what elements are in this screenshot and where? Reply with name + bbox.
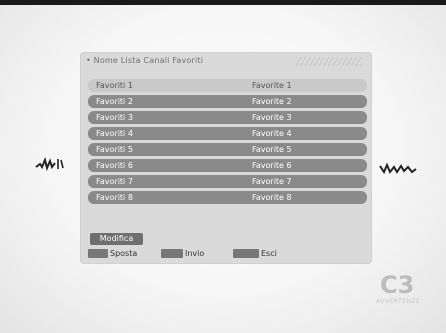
favorites-row[interactable]: Favoriti 6 Favorite 6 xyxy=(88,159,367,172)
favorites-row-value: Favorite 2 xyxy=(252,97,292,106)
hint-exit: Esci xyxy=(233,248,277,260)
favorites-row-value: Favorite 5 xyxy=(252,145,292,154)
favorites-row-name: Favoriti 3 xyxy=(96,113,133,122)
ok-key-icon xyxy=(161,249,183,258)
hint-ok-label: Invio xyxy=(185,249,205,258)
signature-watermark-right xyxy=(379,162,417,175)
channel-logo-subtext: AVVERTENZE xyxy=(376,298,421,305)
favorites-row-name: Favoriti 7 xyxy=(96,177,133,186)
favorites-row-name: Favoriti 8 xyxy=(96,193,133,202)
header-hatch-decoration xyxy=(296,57,362,66)
tv-screen: • Nome Lista Canali Favoriti Favoriti 1F… xyxy=(0,0,446,333)
favorites-row-name: Favoriti 4 xyxy=(96,129,133,138)
favorites-row[interactable]: Favoriti 2 Favorite 2 xyxy=(88,95,367,108)
favorites-row[interactable]: Favoriti 1 Favorite 1 xyxy=(88,79,367,92)
favorites-row[interactable]: Favoriti 4 Favorite 4 xyxy=(88,127,367,140)
signature-watermark-left xyxy=(35,156,64,172)
favorites-row-name: Favoriti 5 xyxy=(96,145,133,154)
favorites-row[interactable]: Favoriti 7 Favorite 7 xyxy=(88,175,367,188)
favorites-row-value: Favorite 8 xyxy=(252,193,292,202)
channel-logo: C3 xyxy=(380,271,415,299)
hint-ok: Invio xyxy=(161,248,204,260)
exit-key-icon xyxy=(233,249,259,258)
key-hints-bar: Sposta Invio Esci xyxy=(88,248,348,260)
favorites-row-name: Favoriti 6 xyxy=(96,161,133,170)
favorites-row-value: Favorite 1 xyxy=(252,81,292,90)
hint-move-label: Sposta xyxy=(110,249,138,258)
favorites-row-name: Favoriti 1 xyxy=(96,81,133,90)
favorites-row-name: Favoriti 2 xyxy=(96,97,133,106)
arrow-keys-icon xyxy=(88,249,108,258)
favorites-row-value: Favorite 7 xyxy=(252,177,292,186)
top-border xyxy=(0,0,446,5)
favorites-list: Favoriti 1 Favorite 1 Favoriti 2 Favorite 2… xyxy=(88,79,367,207)
favorites-row[interactable]: Favoriti 8 Favorite 8 xyxy=(88,191,367,204)
favorites-row[interactable]: Favoriti 5 Favorite 5 xyxy=(88,143,367,156)
favorites-row[interactable]: Favoriti 3 Favorite 3 xyxy=(88,111,367,124)
favorites-row-value: Favorite 3 xyxy=(252,113,292,122)
hint-exit-label: Esci xyxy=(261,249,277,258)
menu-header-text: • Nome Lista Canali Favoriti xyxy=(86,56,204,65)
favorites-row-value: Favorite 6 xyxy=(252,161,292,170)
menu-header: • Nome Lista Canali Favoriti xyxy=(86,55,298,67)
favorites-row-value: Favorite 4 xyxy=(252,129,292,138)
hint-move: Sposta xyxy=(88,248,137,260)
modifica-button[interactable]: Modifica xyxy=(90,233,143,245)
